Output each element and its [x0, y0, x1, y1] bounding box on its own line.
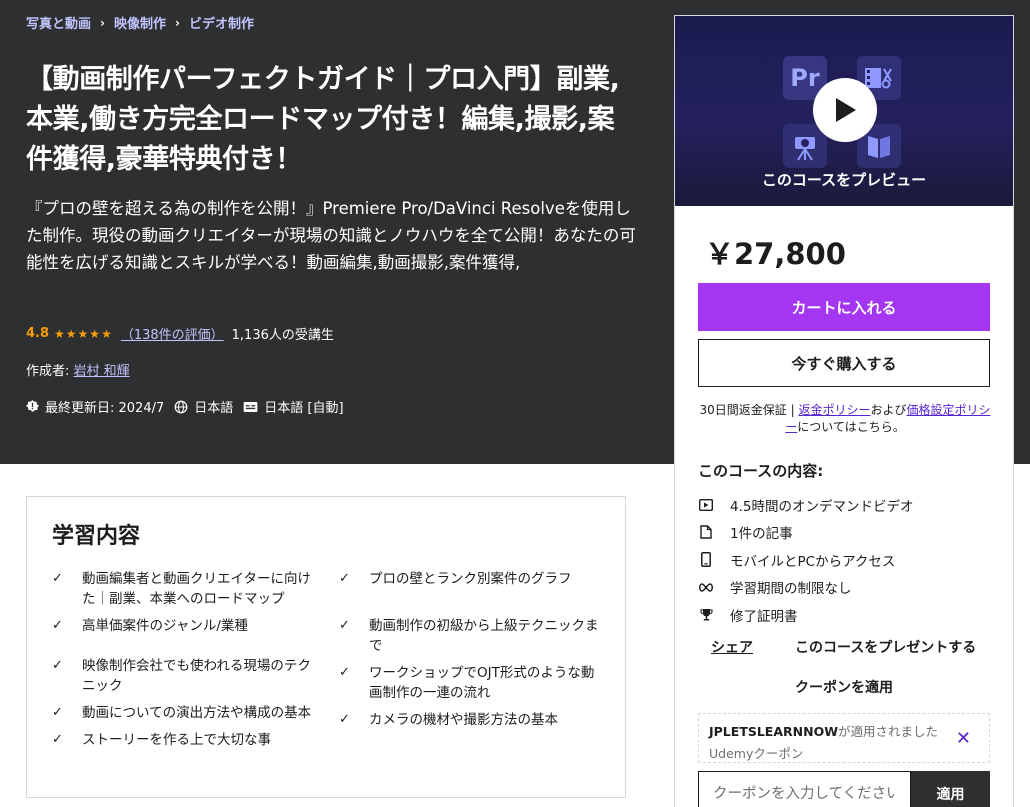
- play-icon[interactable]: [813, 78, 877, 142]
- guarantee-text: 30日間返金保証 | 返金ポリシーおよび価格設定ポリシーについてはこちら。: [699, 403, 991, 434]
- check-icon: ✓: [339, 571, 350, 586]
- list-item: ✓ ストーリーを作る上で大切な事: [52, 732, 271, 748]
- course-price: ￥27,800: [705, 237, 846, 271]
- language: 日本語: [174, 397, 233, 416]
- rating-count-link[interactable]: （138件の評価）: [121, 324, 224, 343]
- check-icon: ✓: [52, 658, 63, 673]
- list-item: ✓ カメラの機材や撮影方法の基本: [339, 712, 558, 728]
- captions: 日本語 [自動]: [243, 397, 344, 416]
- breadcrumb-item-video-production[interactable]: ビデオ制作: [189, 13, 254, 32]
- breadcrumb-item-film[interactable]: 映像制作: [114, 13, 166, 32]
- globe-icon: [174, 400, 188, 413]
- applied-coupon: JPLETSLEARNNOWが適用されました Udemyクーポン ✕: [698, 713, 990, 763]
- author-link[interactable]: 岩村 和輝: [74, 364, 130, 379]
- star-rating-icon: ★★★★★: [54, 326, 113, 341]
- list-item: ✓ 映像制作会社でも使われる現場のテクニック: [52, 658, 311, 694]
- breadcrumb-item-photo-video[interactable]: 写真と動画: [26, 13, 91, 32]
- gift-course-button[interactable]: このコースをプレゼントする: [795, 637, 976, 657]
- learn-list-right: ✓ プロの壁とランク別案件のグラフ ✓ 動画制作の初級から上級テクニックまで ✓ ワー…: [339, 569, 599, 730]
- student-count: 1,136人の受講生: [231, 328, 334, 343]
- list-item: ✓ 動画についての演出方法や構成の基本: [52, 705, 312, 721]
- check-icon: ✓: [339, 618, 350, 633]
- apply-button[interactable]: 適用: [911, 771, 990, 807]
- list-item: ✓ 動画編集者と動画クリエイターに向けた｜副業、本業へのロードマップ: [52, 571, 311, 607]
- check-icon: ✓: [52, 571, 63, 586]
- apply-coupon-button[interactable]: クーポンを適用: [795, 677, 893, 697]
- refund-policy-link[interactable]: 返金ポリシー: [798, 403, 870, 417]
- breadcrumb: 写真と動画 › 映像制作 › ビデオ制作: [26, 13, 254, 33]
- check-icon: ✓: [52, 732, 63, 747]
- list-item: 修了証明書: [698, 601, 913, 629]
- closed-caption-icon: [243, 401, 258, 412]
- alert-badge-icon: [26, 400, 39, 412]
- share-button[interactable]: シェア: [711, 637, 753, 657]
- add-to-cart-button[interactable]: カートに入れる: [698, 283, 990, 331]
- check-icon: ✓: [52, 618, 63, 633]
- course-meta: 最終更新日: 2024/7 日本語 日本語 [自動]: [26, 397, 354, 416]
- close-icon[interactable]: ✕: [956, 728, 971, 749]
- rating-row: 4.8 ★★★★★ （138件の評価） 1,136人の受講生: [26, 324, 334, 343]
- list-item: 1件の記事: [698, 519, 913, 547]
- rating-score: 4.8: [26, 326, 50, 341]
- course-subtitle: 『プロの壁を超える為の制作を公開！』Premiere Pro/DaVinci R…: [26, 199, 636, 272]
- trophy-icon: [698, 608, 714, 621]
- learn-list-left: ✓ 動画編集者と動画クリエイターに向けた｜副業、本業へのロードマップ ✓ 高単価案件…: [52, 569, 312, 750]
- author-label: 作成者:: [26, 364, 70, 379]
- list-item: 学習期間の制限なし: [698, 574, 913, 602]
- chevron-right-icon: ›: [100, 15, 105, 30]
- includes-title: このコースの内容:: [698, 462, 824, 480]
- list-item: 4.5時間のオンデマンドビデオ: [698, 491, 913, 519]
- author-row: 作成者: 岩村 和輝: [26, 360, 130, 379]
- includes-list: 4.5時間のオンデマンドビデオ 1件の記事 モバイルとPCからアクセス 学習期間…: [698, 491, 913, 629]
- list-item: モバイルとPCからアクセス: [698, 546, 913, 574]
- video-icon: [698, 498, 714, 511]
- check-icon: ✓: [52, 705, 63, 720]
- what-you-will-learn: 学習内容 ✓ 動画編集者と動画クリエイターに向けた｜副業、本業へのロードマップ ✓…: [26, 496, 626, 798]
- preview-label: このコースをプレビュー: [761, 171, 927, 189]
- list-item: ✓ 高単価案件のジャンル/業種: [52, 618, 248, 634]
- list-item: ✓ 動画制作の初級から上級テクニックまで: [339, 618, 599, 654]
- course-title: 【動画制作パーフェクトガイド｜プロ入門】副業,本業,働き方完全ロードマップ付き！…: [26, 64, 620, 175]
- buy-now-button[interactable]: 今すぐ購入する: [698, 339, 990, 387]
- coupon-input[interactable]: [698, 771, 911, 807]
- section-title: 学習内容: [52, 524, 141, 549]
- purchase-sidebar: Pr このコースをプレビュー ￥27,800 カートに入れる 今すぐ購入する 3…: [674, 15, 1014, 807]
- infinity-icon: [698, 582, 714, 592]
- last-updated: 最終更新日: 2024/7: [26, 397, 164, 416]
- list-item: ✓ プロの壁とランク別案件のグラフ: [339, 571, 572, 587]
- mobile-icon: [698, 552, 714, 568]
- coupon-provider: Udemyクーポン: [709, 746, 804, 761]
- check-icon: ✓: [339, 665, 350, 680]
- file-icon: [698, 525, 714, 539]
- chevron-right-icon: ›: [174, 15, 180, 30]
- course-preview[interactable]: Pr このコースをプレビュー: [675, 16, 1013, 206]
- list-item: ✓ ワークショップでOJT形式のような動画制作の一連の流れ: [339, 665, 595, 701]
- check-icon: ✓: [339, 712, 350, 727]
- coupon-code: JPLETSLEARNNOW: [709, 724, 838, 739]
